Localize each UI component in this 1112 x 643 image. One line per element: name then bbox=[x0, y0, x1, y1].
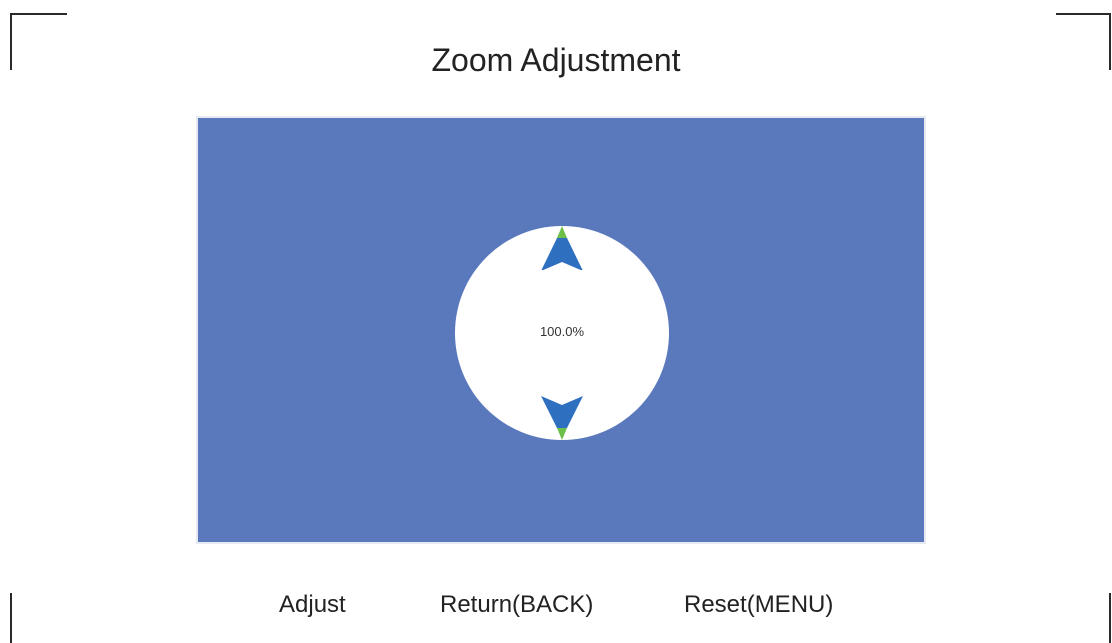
page-title: Zoom Adjustment bbox=[431, 42, 681, 78]
adjust-button[interactable]: Adjust bbox=[279, 588, 346, 622]
footer-actions: Adjust Return(BACK) Reset(MENU) bbox=[0, 588, 1112, 622]
reset-menu-button[interactable]: Reset(MENU) bbox=[684, 588, 833, 622]
zoom-preview-panel: 100.0% bbox=[198, 118, 924, 542]
return-back-button[interactable]: Return(BACK) bbox=[440, 588, 593, 622]
arrow-up-icon[interactable] bbox=[540, 226, 584, 270]
zoom-dial[interactable]: 100.0% bbox=[455, 226, 669, 440]
arrow-down-icon[interactable] bbox=[540, 396, 584, 440]
zoom-value: 100.0% bbox=[539, 324, 585, 339]
